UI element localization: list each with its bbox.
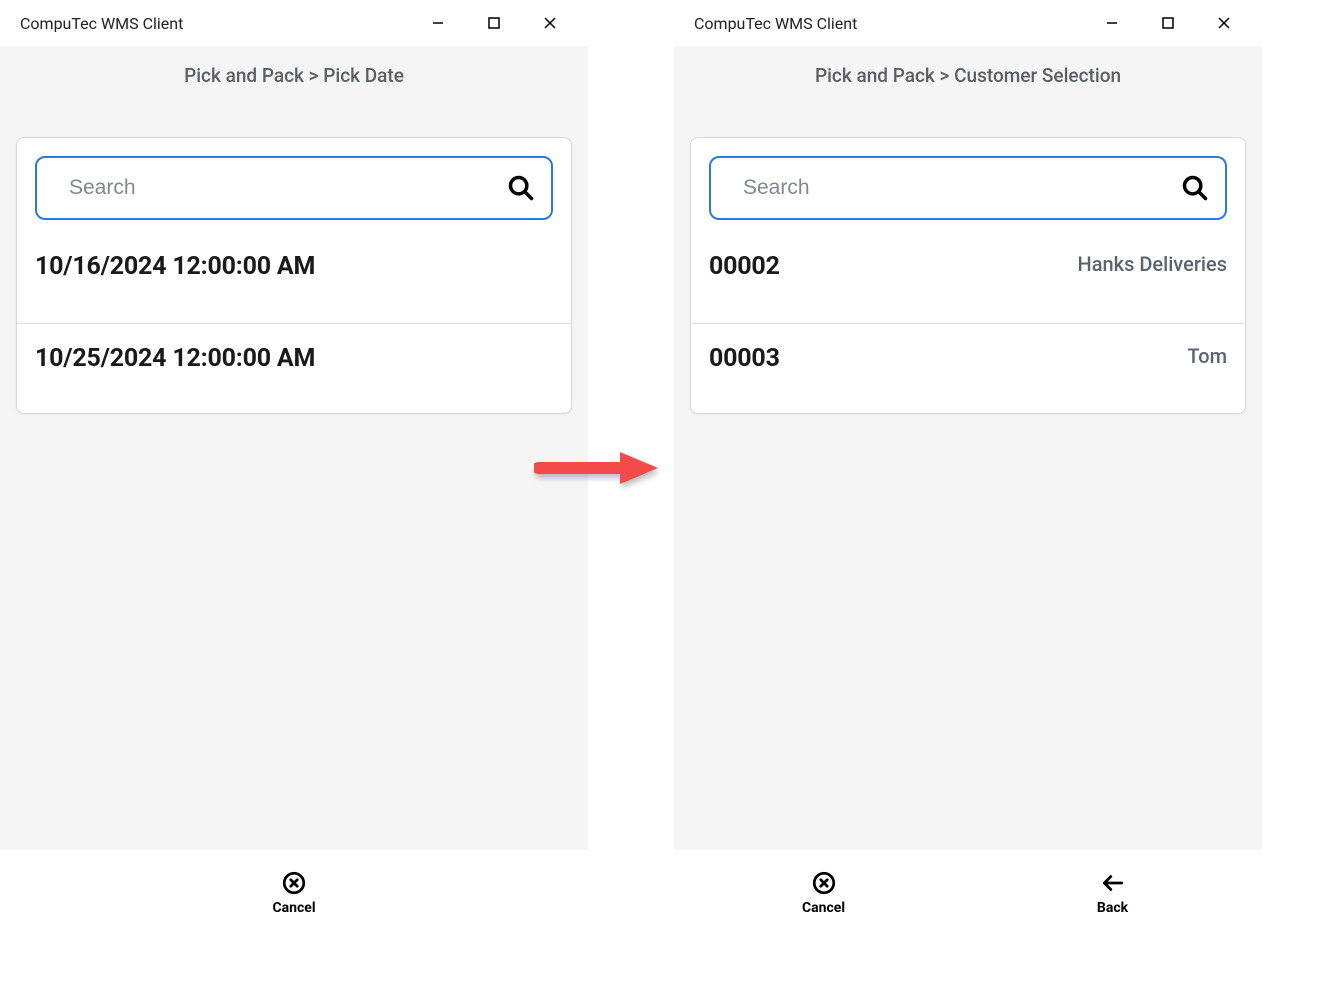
row-primary: 10/16/2024 12:00:00 AM (35, 252, 315, 281)
arrow-right-icon (534, 448, 662, 492)
search-wrap (709, 156, 1227, 220)
close-button[interactable] (522, 3, 578, 43)
search-input[interactable] (35, 156, 553, 220)
search-input[interactable] (709, 156, 1227, 220)
maximize-icon (1161, 16, 1175, 30)
back-button[interactable]: Back (983, 870, 1242, 916)
list-card: 10/16/2024 12:00:00 AM 10/25/2024 12:00:… (16, 137, 572, 414)
arrow-left-icon (1099, 870, 1127, 896)
window-controls (410, 3, 578, 43)
cancel-icon (811, 870, 837, 896)
search-icon[interactable] (507, 174, 535, 202)
bottom-bar: Cancel (0, 850, 588, 935)
window-title: CompuTec WMS Client (694, 14, 857, 33)
search-wrap (35, 156, 553, 220)
left-window: CompuTec WMS Client Pick and Pack > Pick… (0, 0, 588, 935)
list-item[interactable]: 00003 Tom (691, 324, 1245, 413)
cancel-button[interactable]: Cancel (694, 870, 953, 916)
row-primary: 00002 (709, 252, 780, 281)
minimize-button[interactable] (410, 3, 466, 43)
list-card: 00002 Hanks Deliveries 00003 Tom (690, 137, 1246, 414)
minimize-icon (1105, 16, 1119, 30)
right-window: CompuTec WMS Client Pick and Pack > Cust… (674, 0, 1262, 935)
minimize-icon (431, 16, 445, 30)
title-bar: CompuTec WMS Client (0, 0, 588, 46)
cancel-button[interactable]: Cancel (20, 870, 568, 916)
back-label: Back (1097, 900, 1128, 916)
close-button[interactable] (1196, 3, 1252, 43)
list-item[interactable]: 10/16/2024 12:00:00 AM (17, 232, 571, 324)
row-secondary: Tom (1187, 344, 1227, 368)
maximize-button[interactable] (466, 3, 522, 43)
row-primary: 10/25/2024 12:00:00 AM (35, 344, 315, 373)
close-icon (543, 16, 557, 30)
cancel-label: Cancel (272, 900, 315, 916)
list-item[interactable]: 10/25/2024 12:00:00 AM (17, 324, 571, 413)
cancel-label: Cancel (802, 900, 845, 916)
maximize-button[interactable] (1140, 3, 1196, 43)
search-icon[interactable] (1181, 174, 1209, 202)
window-title: CompuTec WMS Client (20, 14, 183, 33)
cancel-icon (281, 870, 307, 896)
breadcrumb: Pick and Pack > Customer Selection (674, 46, 1262, 97)
window-controls (1084, 3, 1252, 43)
title-bar: CompuTec WMS Client (674, 0, 1262, 46)
content-area: Pick and Pack > Pick Date 10/16/2024 12:… (0, 46, 588, 850)
content-area: Pick and Pack > Customer Selection 00002… (674, 46, 1262, 850)
row-secondary: Hanks Deliveries (1078, 252, 1227, 276)
maximize-icon (487, 16, 501, 30)
row-primary: 00003 (709, 344, 780, 373)
breadcrumb: Pick and Pack > Pick Date (0, 46, 588, 97)
list-item[interactable]: 00002 Hanks Deliveries (691, 232, 1245, 324)
bottom-bar: Cancel Back (674, 850, 1262, 935)
minimize-button[interactable] (1084, 3, 1140, 43)
close-icon (1217, 16, 1231, 30)
